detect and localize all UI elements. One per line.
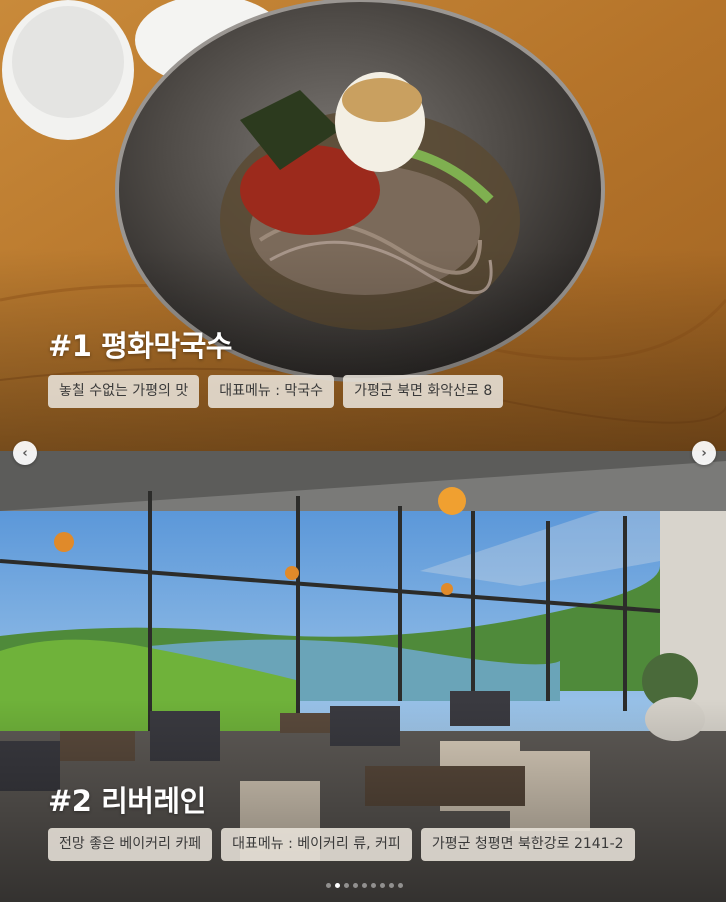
tag-address: 가평군 북면 화악산로 8	[343, 375, 504, 408]
tag-menu: 대표메뉴 : 막국수	[208, 375, 335, 408]
pagination-dot[interactable]	[389, 883, 394, 888]
pagination-dot[interactable]	[344, 883, 349, 888]
pagination-dot[interactable]	[353, 883, 358, 888]
tag-description: 놓칠 수없는 가평의 맛	[48, 375, 200, 408]
tag-address: 가평군 청평면 북한강로 2141-2	[420, 828, 635, 861]
carousel-next-button[interactable]: ›	[692, 441, 716, 465]
pagination-dot[interactable]	[335, 883, 340, 888]
place-card-2[interactable]: #2 리버레인 전망 좋은 베이커리 카페 대표메뉴 : 베이커리 류, 커피 …	[0, 451, 726, 902]
place-title: #1 평화막국수	[48, 329, 232, 363]
pagination-dot[interactable]	[326, 883, 331, 888]
pagination-dot[interactable]	[371, 883, 376, 888]
chevron-left-icon: ‹	[22, 445, 28, 461]
place-card-1[interactable]: #1 평화막국수 놓칠 수없는 가평의 맛 대표메뉴 : 막국수 가평군 북면 …	[0, 0, 726, 451]
carousel-pagination	[326, 883, 403, 888]
carousel-prev-button[interactable]: ‹	[13, 441, 37, 465]
tag-menu: 대표메뉴 : 베이커리 류, 커피	[221, 828, 412, 861]
place-title: #2 리버레인	[48, 784, 206, 818]
tag-list: 놓칠 수없는 가평의 맛 대표메뉴 : 막국수 가평군 북면 화악산로 8	[48, 375, 504, 408]
tag-list: 전망 좋은 베이커리 카페 대표메뉴 : 베이커리 류, 커피 가평군 청평면 …	[48, 828, 635, 861]
tag-description: 전망 좋은 베이커리 카페	[48, 828, 213, 861]
pagination-dot[interactable]	[380, 883, 385, 888]
pagination-dot[interactable]	[398, 883, 403, 888]
pagination-dot[interactable]	[362, 883, 367, 888]
chevron-right-icon: ›	[701, 445, 707, 461]
